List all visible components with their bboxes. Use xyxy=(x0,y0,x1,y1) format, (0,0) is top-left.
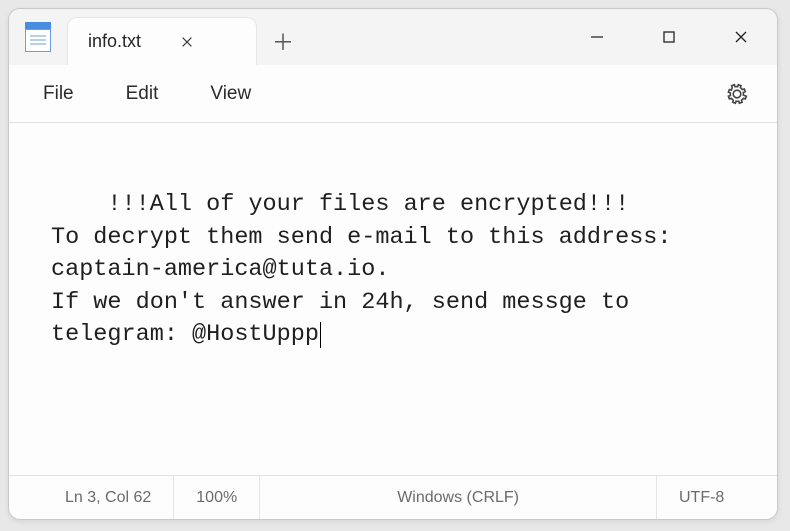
new-tab-button[interactable]: ＋ xyxy=(257,17,309,65)
status-line-ending[interactable]: Windows (CRLF) xyxy=(260,476,657,519)
maximize-button[interactable] xyxy=(633,9,705,65)
notepad-window: info.txt ＋ File Edit View xyxy=(8,8,778,520)
status-cursor-position: Ln 3, Col 62 xyxy=(9,476,174,519)
notepad-app-icon xyxy=(25,22,51,52)
tab-title: info.txt xyxy=(88,31,141,52)
tab-active[interactable]: info.txt xyxy=(67,17,257,65)
editor-content: !!!All of your files are encrypted!!! To… xyxy=(51,191,686,348)
plus-icon: ＋ xyxy=(272,25,294,57)
close-window-button[interactable] xyxy=(705,9,777,65)
text-editor-area[interactable]: !!!All of your files are encrypted!!! To… xyxy=(9,123,777,475)
maximize-icon xyxy=(661,29,677,45)
text-caret xyxy=(320,322,321,348)
menu-edit[interactable]: Edit xyxy=(100,75,185,113)
gear-icon xyxy=(725,82,749,106)
close-icon xyxy=(733,29,749,45)
menu-bar: File Edit View xyxy=(9,65,777,123)
status-encoding[interactable]: UTF-8 xyxy=(657,476,777,519)
menu-view[interactable]: View xyxy=(184,75,277,113)
title-bar: info.txt ＋ xyxy=(9,9,777,65)
close-icon xyxy=(180,35,194,49)
status-bar: Ln 3, Col 62 100% Windows (CRLF) UTF-8 xyxy=(9,475,777,519)
close-tab-button[interactable] xyxy=(173,28,201,56)
window-controls xyxy=(561,9,777,65)
app-icon-slot xyxy=(9,9,67,65)
settings-button[interactable] xyxy=(717,74,757,114)
menu-file[interactable]: File xyxy=(17,75,100,113)
status-zoom[interactable]: 100% xyxy=(174,476,260,519)
minimize-button[interactable] xyxy=(561,9,633,65)
minimize-icon xyxy=(589,29,605,45)
